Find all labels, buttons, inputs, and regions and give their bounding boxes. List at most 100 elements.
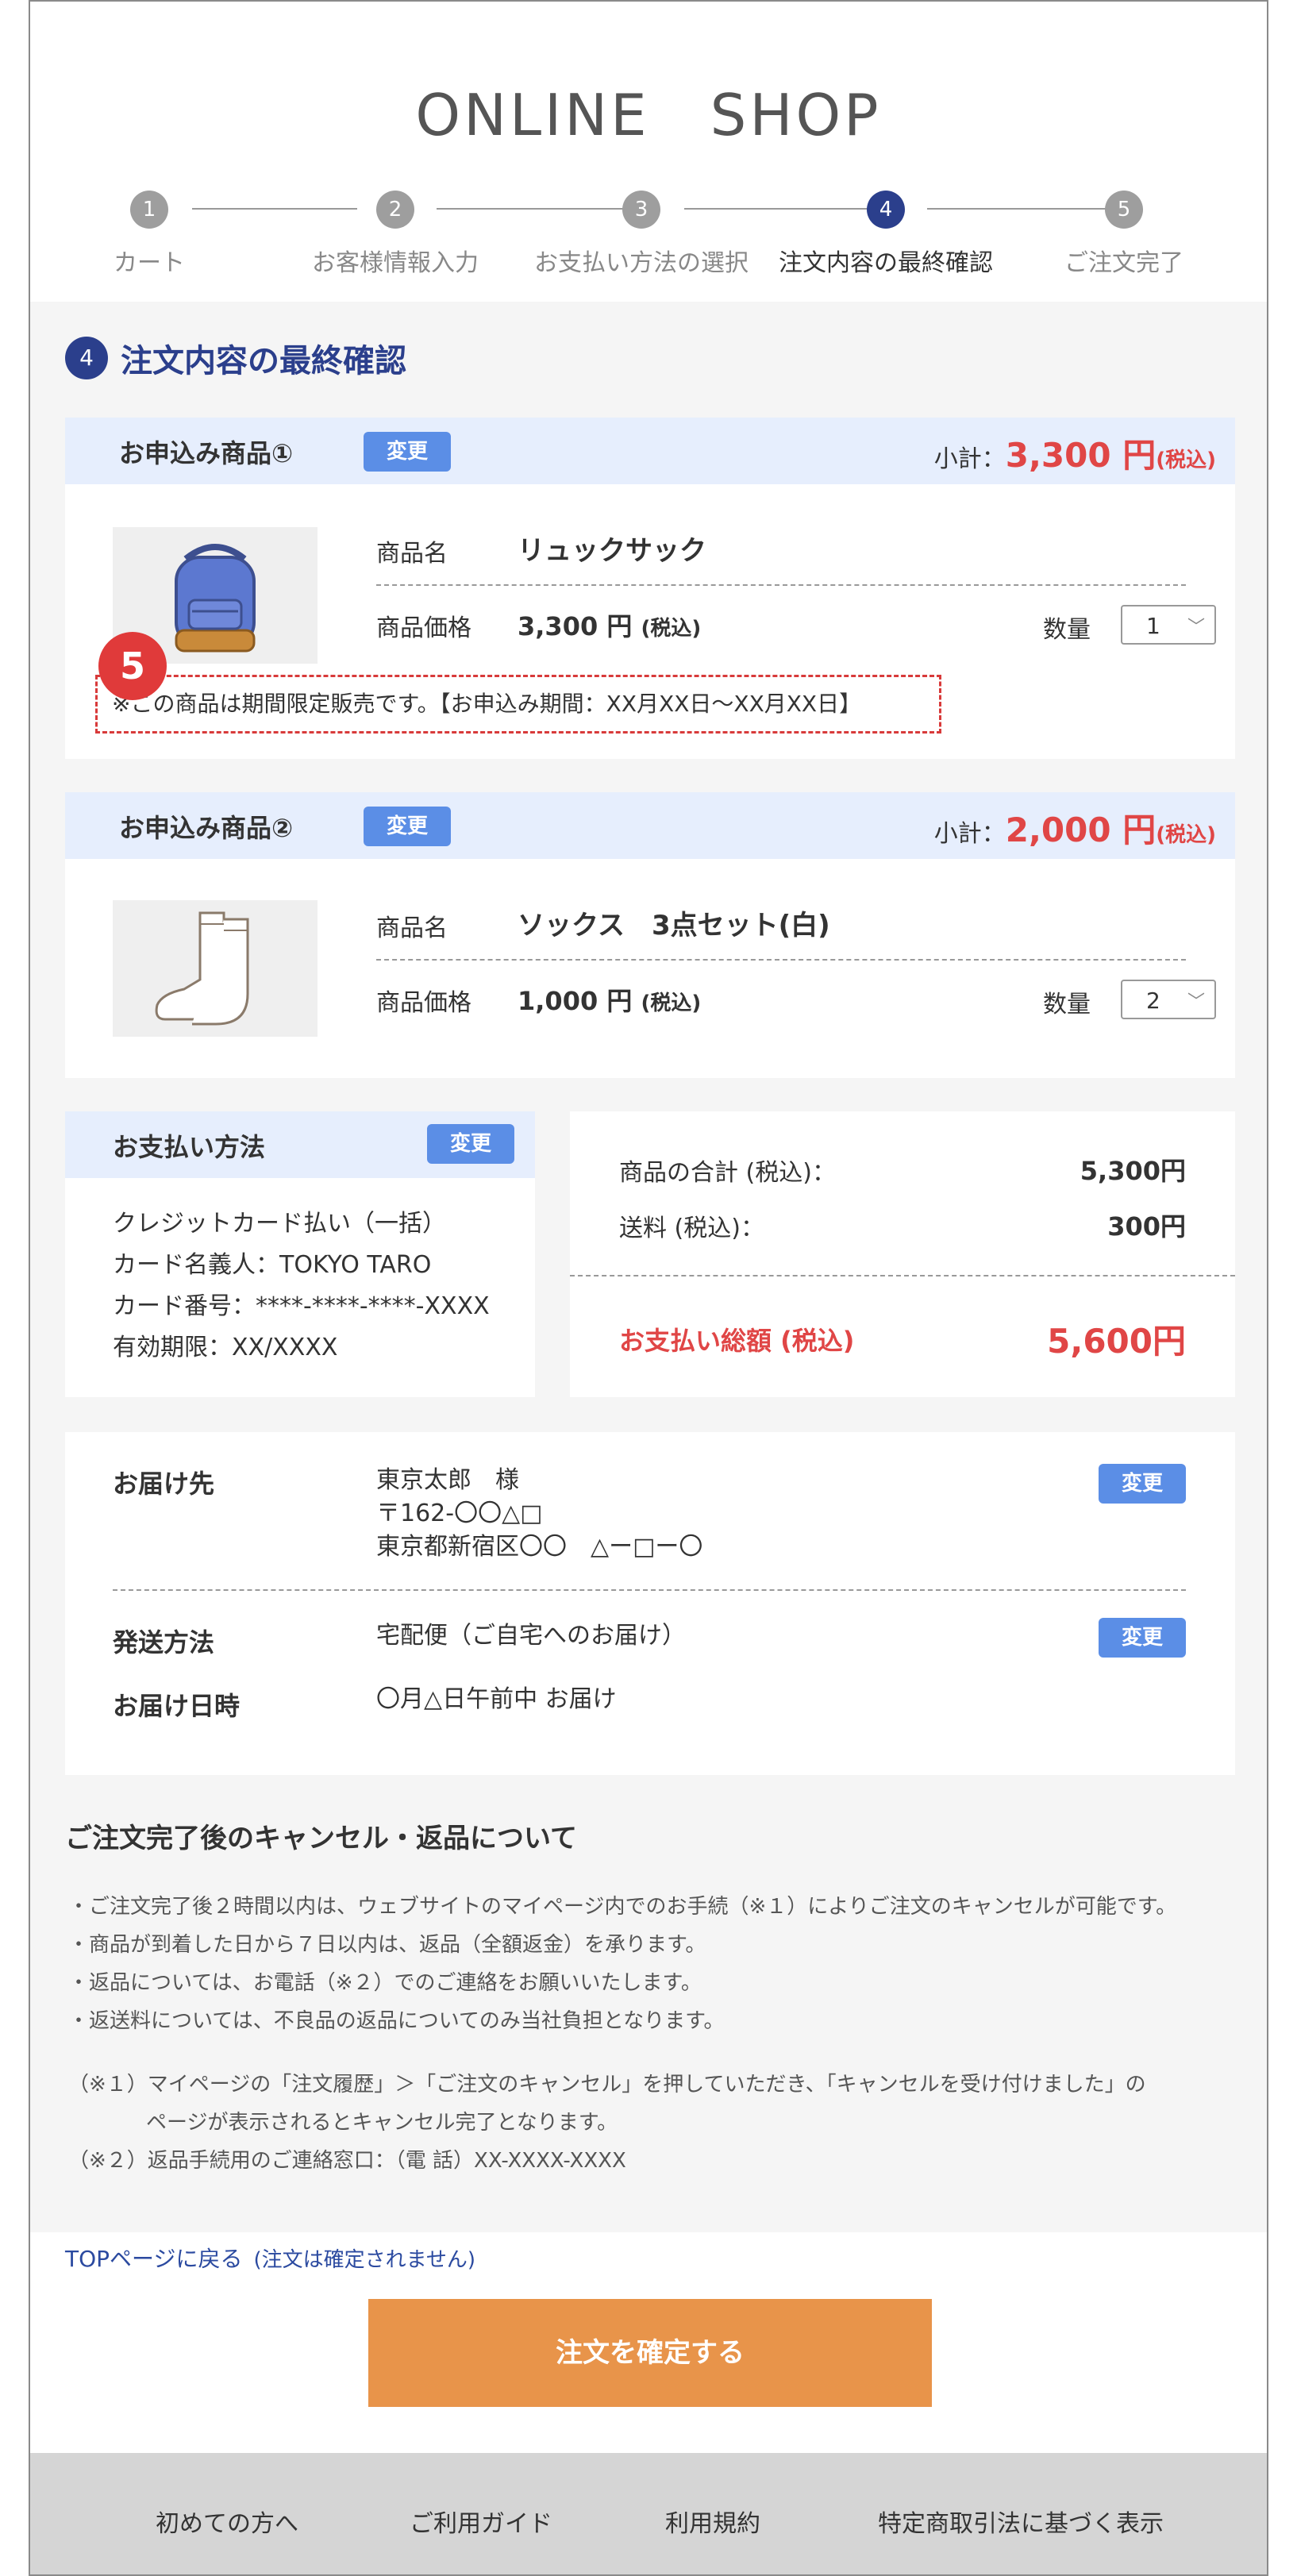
payment-type: クレジットカード払い（一括） xyxy=(113,1210,446,1238)
change-payment-button[interactable]: 変更 xyxy=(427,1124,514,1164)
top-page-link-row: TOPページに戻る (注文は確定されません) xyxy=(65,2242,475,2274)
street-address: 東京都新宿区〇〇 △ー□ー〇 xyxy=(376,1533,703,1561)
step-5-number: 5 xyxy=(1105,191,1143,229)
delivery-address: 東京太郎 様 〒162-〇〇△□ 東京都新宿区〇〇 △ー□ー〇 xyxy=(376,1464,702,1564)
chevron-down-icon: ﹀ xyxy=(1187,618,1205,637)
order-item-header: お申込み商品② 変更 小計：2,000 円(税込) xyxy=(65,792,1235,859)
item-price-tax: (税込) xyxy=(641,617,702,641)
items-total-label: 商品の合計 (税込)： xyxy=(619,1159,836,1187)
step-connector xyxy=(684,208,895,210)
footer-link-terms[interactable]: 利用規約 xyxy=(665,2504,760,2539)
subtotal-tax: (税込) xyxy=(1156,449,1216,472)
order-item-card-1: お申込み商品① 変更 小計：3,300 円(税込) 商品名 リュックサック 商品… xyxy=(65,418,1235,759)
policy-item: ・返送料については、不良品の返品についてのみ当社負担となります。 xyxy=(68,2009,725,2033)
subtotal-tax: (税込) xyxy=(1156,823,1216,847)
delivery-address-label: お届け先 xyxy=(113,1469,215,1499)
quantity-value: 2 xyxy=(1146,988,1160,1014)
shipping-label: 送料 (税込)： xyxy=(619,1215,764,1242)
top-page-link-note: (注文は確定されません) xyxy=(253,2248,475,2272)
item-price: 3,300 円 (税込) xyxy=(518,606,701,643)
item-price-value: 1,000 円 xyxy=(518,986,633,1016)
footer-link-legal-notice[interactable]: 特定商取引法に基づく表示 xyxy=(878,2504,1164,2539)
footer-link-guide[interactable]: ご利用ガイド xyxy=(410,2504,552,2539)
payment-method-header: お支払い方法 変更 xyxy=(65,1111,535,1178)
postal-code: 〒162-〇〇△□ xyxy=(376,1500,543,1527)
policy-item: ・返品については、お電話（※２）でのご連絡をお願いいたします。 xyxy=(68,1971,702,1995)
section-title: 4 注文内容の最終確認 xyxy=(65,335,406,381)
section-number: 4 xyxy=(65,337,108,379)
card-number: カード番号：****-****-****-XXXX xyxy=(113,1292,490,1320)
shipping-method-label: 発送方法 xyxy=(113,1627,215,1658)
item-price-label: 商品価格 xyxy=(376,614,471,642)
delivery-datetime: 〇月△日午前中 お届け xyxy=(376,1685,617,1713)
item-price-label: 商品価格 xyxy=(376,989,471,1017)
payment-method-heading: お支払い方法 xyxy=(113,1132,266,1162)
step-2-label: お客様情報入力 xyxy=(312,249,479,277)
socks-icon xyxy=(113,900,318,1037)
progress-steps: 1 2 3 4 5 カート お客様情報入力 お支払い方法の選択 注文内容の最終確… xyxy=(30,186,1267,281)
item-price-tax: (税込) xyxy=(641,992,702,1015)
confirm-order-button[interactable]: 注文を確定する xyxy=(368,2299,932,2407)
cancel-policy-notes: （※１）マイページの「注文履歴」＞「ご注文のキャンセル」を押していただき、「キャ… xyxy=(68,2066,1146,2180)
change-shipping-method-button[interactable]: 変更 xyxy=(1099,1618,1186,1658)
grand-total-label: お支払い総額 (税込) xyxy=(619,1326,855,1356)
step-1-label: カート xyxy=(114,249,185,277)
item-name: ソックス 3点セット(白) xyxy=(518,910,830,941)
policy-note: （※２）返品手続用のご連絡窓口：（電 話）XX-XXXX-XXXX xyxy=(68,2149,626,2173)
subtotal-label: 小計： xyxy=(933,820,1006,848)
order-item-heading: お申込み商品① xyxy=(119,438,294,468)
item-name-label: 商品名 xyxy=(376,914,448,942)
footer: 初めての方へ ご利用ガイド 利用規約 特定商取引法に基づく表示 xyxy=(30,2453,1267,2574)
quantity-label: 数量 xyxy=(1043,616,1091,644)
order-item-card-2: お申込み商品② 変更 小計：2,000 円(税込) 商品名 ソックス 3点セット… xyxy=(65,792,1235,1078)
quantity-select-1[interactable]: 1 ﹀ xyxy=(1121,605,1216,645)
step-connector xyxy=(437,208,646,210)
item-name-label: 商品名 xyxy=(376,540,448,568)
divider xyxy=(376,959,1186,961)
top-page-link[interactable]: TOPページに戻る xyxy=(65,2246,242,2272)
quantity-value: 1 xyxy=(1146,613,1160,639)
card-expiry: 有効期限：XX/XXXX xyxy=(113,1334,338,1361)
card-holder: カード名義人：TOKYO TARO xyxy=(113,1251,432,1279)
order-item-header: お申込み商品① 変更 小計：3,300 円(税込) xyxy=(65,418,1235,484)
order-item-heading: お申込み商品② xyxy=(119,813,294,843)
cancel-policy-list: ・ご注文完了後２時間以内は、ウェブサイトのマイページ内でのお手続（※１）によりご… xyxy=(68,1888,1176,2040)
payment-method-card: お支払い方法 変更 クレジットカード払い（一括） カード名義人：TOKYO TA… xyxy=(65,1111,535,1397)
item-name: リュックサック xyxy=(518,535,706,567)
payment-details: クレジットカード払い（一括） カード名義人：TOKYO TARO カード番号：*… xyxy=(113,1203,490,1369)
policy-note: （※１）マイページの「注文履歴」＞「ご注文のキャンセル」を押していただき、「キャ… xyxy=(68,2073,1146,2097)
footer-link-first-time[interactable]: 初めての方へ xyxy=(156,2504,298,2539)
item-price-value: 3,300 円 xyxy=(518,611,633,641)
step-connector xyxy=(192,208,357,210)
step-1-number: 1 xyxy=(130,191,168,229)
change-address-button[interactable]: 変更 xyxy=(1099,1464,1186,1504)
step-4-number: 4 xyxy=(867,191,905,229)
shipping-value: 300円 xyxy=(1107,1211,1186,1242)
step-4-label: 注文内容の最終確認 xyxy=(779,249,993,277)
step-5-label: ご注文完了 xyxy=(1064,249,1183,277)
order-summary-card: 商品の合計 (税込)： 5,300円 送料 (税込)： 300円 お支払い総額 … xyxy=(570,1111,1235,1397)
divider xyxy=(113,1589,1186,1591)
quantity-label: 数量 xyxy=(1043,991,1091,1018)
item-subtotal: 小計：2,000 円(税込) xyxy=(934,803,1216,852)
subtotal-price: 2,000 円 xyxy=(1005,811,1157,849)
change-item-1-button[interactable]: 変更 xyxy=(364,432,451,472)
change-item-2-button[interactable]: 変更 xyxy=(364,807,451,846)
items-total-value: 5,300円 xyxy=(1080,1156,1186,1186)
grand-total-value: 5,600円 xyxy=(1047,1322,1186,1361)
policy-item: ・商品が到着した日から７日以内は、返品（全額返金）を承ります。 xyxy=(68,1933,706,1957)
recipient-name: 東京太郎 様 xyxy=(376,1466,519,1494)
step-3-label: お支払い方法の選択 xyxy=(534,249,749,277)
item-price: 1,000 円 (税込) xyxy=(518,981,701,1018)
step-2-number: 2 xyxy=(376,191,414,229)
limited-sale-notice: ※この商品は期間限定販売です。【お申込み期間：XX月XX日〜XX月XX日】 xyxy=(95,675,941,734)
page-frame: ONLINE SHOP 1 2 3 4 5 カート お客様情報入力 お支払い方法… xyxy=(29,0,1268,2576)
cancel-policy-title: ご注文完了後のキャンセル・返品について xyxy=(65,1823,577,1854)
quantity-select-2[interactable]: 2 ﹀ xyxy=(1121,980,1216,1019)
section-heading: 注文内容の最終確認 xyxy=(121,343,406,379)
divider xyxy=(376,584,1186,586)
subtotal-label: 小計： xyxy=(933,445,1006,473)
policy-note-continued: ページが表示されるとキャンセル完了となります。 xyxy=(146,2111,618,2135)
delivery-card: お届け先 東京太郎 様 〒162-〇〇△□ 東京都新宿区〇〇 △ー□ー〇 変更 … xyxy=(65,1432,1235,1775)
step-connector xyxy=(927,208,1133,210)
